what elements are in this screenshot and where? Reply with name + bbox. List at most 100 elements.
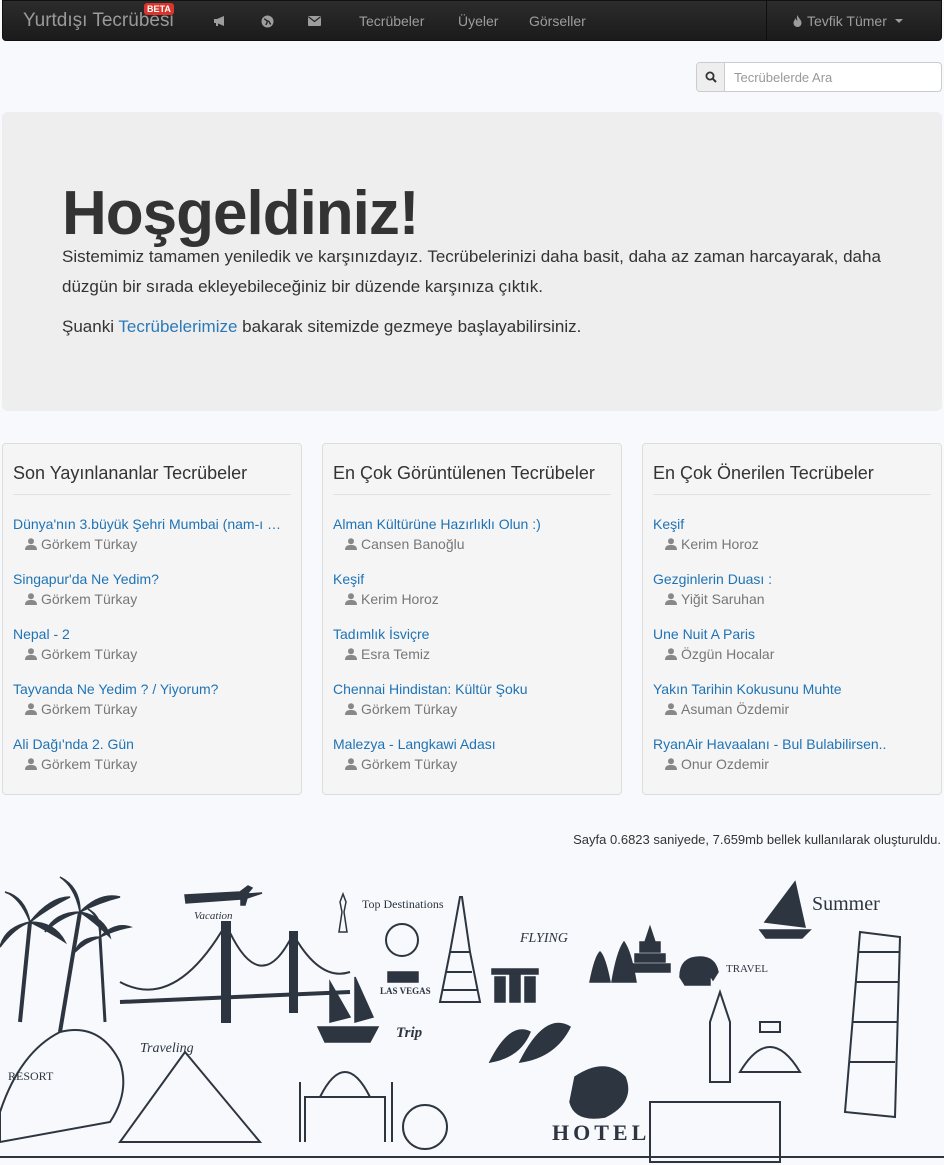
author-name[interactable]: Kerim Horoz [681,534,759,554]
nav-link-uyeler[interactable]: Üyeler [458,13,498,29]
illustration-label: FLYING [519,931,568,946]
user-icon [345,703,357,715]
search-box [696,62,942,92]
page-generation-info: Sayfa 0.6823 saniyede, 7.659mb bellek ku… [573,832,941,847]
capitol-building-icon [738,1021,802,1073]
list-item: Tadımlık İsviçre Esra Temiz [333,624,611,679]
list-item: Singapur'da Ne Yedim? Görkem Türkay [13,569,291,624]
illustration-label: HOTEL [552,1120,650,1145]
experience-link[interactable]: Tayvanda Ne Yedim ? / Yiyorum? [13,679,291,699]
user-icon [25,538,37,550]
panel-title: Son Yayınlananlar Tecrübeler [13,463,248,483]
beta-badge: BETA [144,3,174,15]
author: Görkem Türkay [13,534,291,554]
divider [13,494,291,495]
list-item: Ali Dağı'nda 2. Gün Görkem Türkay [13,734,291,789]
globe-icon[interactable] [258,12,276,30]
hero-jumbotron: Hoşgeldiniz! Sistemimiz tamamen yeniledi… [2,112,942,411]
illustration-label: Summer [812,893,880,915]
taj-mahal-icon [299,1071,393,1142]
pagoda-icon [629,924,671,973]
nav-link-gorseller[interactable]: Görseller [529,13,586,29]
fire-icon [793,14,802,27]
user-icon [345,758,357,770]
sphinx-icon [0,1029,125,1144]
envelope-icon[interactable] [305,12,323,30]
opera-house-icon [488,1022,571,1063]
user-icon [665,758,677,770]
experience-link[interactable]: Yakın Tarihin Kokusunu Muhte [653,679,931,699]
experience-link[interactable]: Keşif [653,514,931,534]
author-name[interactable]: Görkem Türkay [41,699,137,719]
author-name[interactable]: Asuman Özdemir [681,699,789,719]
author-name[interactable]: Onur Ozdemir [681,754,769,774]
eiffel-tower-icon [438,896,482,1003]
list: Alman Kültürüne Hazırlıklı Olun :) Cansen… [333,514,611,789]
illustration-label: RESORT [8,1069,54,1083]
globe-icon [402,1104,448,1150]
illustration-label: Trip [396,1025,423,1041]
illustration-label: Traveling [140,1041,194,1056]
list-item: Tayvanda Ne Yedim ? / Yiyorum? Görkem Tür… [13,679,291,734]
author-name[interactable]: Görkem Türkay [361,754,457,774]
list-item: Une Nuit A Paris Özgün Hocalar [653,624,931,679]
author-name[interactable]: Görkem Türkay [41,754,137,774]
user-icon [665,648,677,660]
user-icon [345,593,357,605]
experience-link[interactable]: Chennai Hindistan: Kültür Şoku [333,679,611,699]
author-name[interactable]: Özgün Hocalar [681,644,774,664]
hero-lead2-post: bakarak sitemizde gezmeye başlayabilirsi… [237,317,582,336]
author-name[interactable]: Esra Temiz [361,644,430,664]
list: Keşif Kerim Horoz Gezginlerin Duası : Yiği… [653,514,931,789]
experience-link[interactable]: Singapur'da Ne Yedim? [13,569,291,589]
author-name[interactable]: Kerim Horoz [361,589,439,609]
experience-link[interactable]: Gezginlerin Duası : [653,569,931,589]
nav-link-tecrubeler[interactable]: Tecrübeler [359,13,424,29]
list-item: Malezya - Langkawi Adası Görkem Türkay [333,734,611,789]
experience-link[interactable]: Alman Kültürüne Hazırlıklı Olun :) [333,514,611,534]
hero-lead-secondary: Şuanki Tecrübelerimize bakarak sitemizde… [62,312,581,342]
list-item: Dünya'nın 3.büyük Şehri Mumbai (nam-ı … G… [13,514,291,569]
navbar: Yurtdışı Tecrübesi BETA Tecrübeler Üyele… [2,0,942,41]
illustration-label: LAS VEGAS [380,986,431,996]
palm-trees-icon [0,876,133,1033]
author-name[interactable]: Görkem Türkay [361,699,457,719]
author-name[interactable]: Cansen Banoğlu [361,534,465,554]
author-name[interactable]: Yiğit Saruhan [681,589,765,609]
experience-link[interactable]: Ali Dağı'nda 2. Gün [13,734,291,754]
sailing-ship-icon [316,976,380,1043]
search-icon[interactable] [697,63,725,91]
experience-link[interactable]: RyanAir Havaalanı - Bul Bulabilirsen.. [653,734,931,754]
author: Asuman Özdemir [653,699,931,719]
experience-link[interactable]: Nepal - 2 [13,624,291,644]
hero-experiences-link[interactable]: Tecrübelerimize [118,317,237,336]
stonehenge-icon [491,968,539,1003]
list-item: Chennai Hindistan: Kültür Şoku Görkem Tür… [333,679,611,734]
experience-link[interactable]: Une Nuit A Paris [653,624,931,644]
search-input[interactable] [725,63,941,91]
user-name: Tevfik Tümer [807,12,887,29]
hero-lead2-pre: Şuanki [62,317,119,336]
panel-most-recommended: En Çok Önerilen Tecrübeler Keşif Kerim Ho… [642,443,942,795]
author-name[interactable]: Görkem Türkay [41,534,137,554]
experience-link[interactable]: Tadımlık İsviçre [333,624,611,644]
author-name[interactable]: Görkem Türkay [41,644,137,664]
leaning-tower-icon [843,930,902,1119]
user-icon [25,593,37,605]
author: Onur Ozdemir [653,754,931,774]
illustration-label: Top Destinations [362,897,444,911]
experience-link[interactable]: Keşif [333,569,611,589]
author-name[interactable]: Görkem Türkay [41,589,137,609]
illustration-label: Vacation [194,910,233,922]
elephant-icon [679,956,719,986]
experience-link[interactable]: Malezya - Langkawi Adası [333,734,611,754]
user-icon [25,758,37,770]
panel-most-viewed: En Çok Görüntülenen Tecrübeler Alman Kül… [322,443,622,795]
megaphone-icon[interactable] [211,12,229,30]
list-item: Keşif Kerim Horoz [333,569,611,624]
author: Görkem Türkay [333,754,611,774]
sailboat-icon [758,880,812,939]
experience-link[interactable]: Dünya'nın 3.büyük Şehri Mumbai (nam-ı … [13,514,291,534]
divider [333,494,611,495]
user-menu-dropdown[interactable]: Tevfik Tümer [766,1,941,40]
